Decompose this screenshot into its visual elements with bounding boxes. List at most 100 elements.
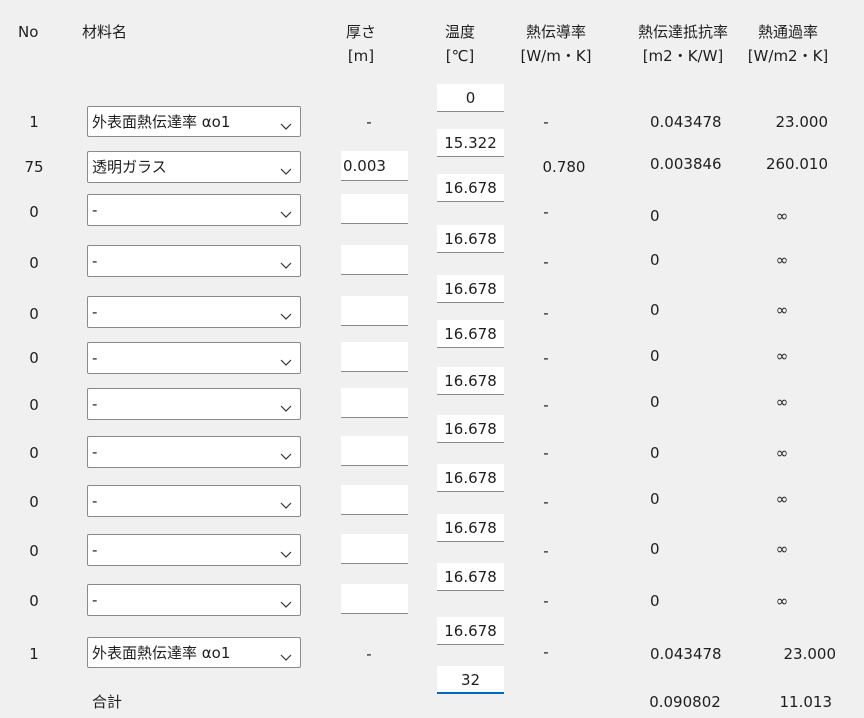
thickness-input[interactable]	[341, 245, 408, 275]
header-thickness-label: 厚さ	[345, 23, 376, 41]
material-dropdown[interactable]: 外表面熱伝達率 αo1	[87, 637, 301, 668]
material-dropdown[interactable]: -	[87, 194, 301, 226]
material-dropdown[interactable]: -	[87, 534, 301, 566]
material-dropdown[interactable]: -	[87, 485, 301, 517]
chevron-down-icon[interactable]	[280, 307, 292, 320]
header-conductivity-unit: [W/m・K]	[520, 47, 592, 65]
header-material: 材料名	[82, 20, 127, 44]
thickness-input[interactable]	[341, 296, 408, 326]
thickness-input[interactable]	[341, 436, 408, 466]
material-dropdown-value: -	[92, 395, 98, 413]
resistance-value: 0	[650, 592, 660, 610]
row-no: 1	[29, 645, 39, 663]
material-dropdown[interactable]: 透明ガラス	[87, 151, 301, 183]
conductivity-value: 0.780	[542, 158, 586, 176]
transmittance-value: ∞	[775, 592, 789, 610]
header-resistance-unit: [m2・K/W]	[642, 47, 724, 65]
row-no: 0	[29, 592, 39, 610]
material-dropdown-value: -	[92, 541, 98, 559]
material-dropdown[interactable]: -	[87, 436, 301, 468]
material-dropdown-value: -	[92, 303, 98, 321]
thickness-value: -	[366, 645, 372, 663]
header-temperature: 温度 [℃]	[430, 20, 490, 68]
temperature-input[interactable]: 16.678	[437, 174, 504, 202]
resistance-value: 0	[650, 347, 660, 365]
temperature-input[interactable]: 16.678	[437, 320, 504, 348]
temperature-input[interactable]: 16.678	[437, 275, 504, 303]
transmittance-value: 260.010	[765, 155, 828, 173]
conductivity-value: -	[543, 444, 549, 462]
header-temperature-label: 温度	[444, 23, 475, 41]
thickness-input[interactable]	[341, 485, 408, 515]
chevron-down-icon[interactable]	[280, 496, 292, 509]
material-dropdown[interactable]: 外表面熱伝達率 αo1	[87, 106, 301, 137]
material-dropdown-value: -	[92, 349, 98, 367]
temperature-input[interactable]: 16.678	[437, 225, 504, 253]
chevron-down-icon[interactable]	[280, 595, 292, 608]
chevron-down-icon[interactable]	[280, 256, 292, 269]
header-no-label: No	[18, 23, 39, 41]
header-resistance-label: 熱伝達抵抗率	[637, 23, 728, 41]
transmittance-value: ∞	[775, 301, 789, 319]
resistance-value: 0	[650, 490, 660, 508]
transmittance-value: ∞	[775, 393, 789, 411]
material-dropdown-value: -	[92, 443, 98, 461]
material-dropdown[interactable]: -	[87, 296, 301, 328]
thickness-input[interactable]	[341, 584, 408, 614]
header-conductivity: 熱伝導率 [W/m・K]	[516, 20, 596, 68]
conductivity-value: -	[543, 493, 549, 511]
material-dropdown-value: -	[92, 591, 98, 609]
material-dropdown-value: -	[92, 252, 98, 270]
resistance-value: 0	[650, 444, 660, 462]
transmittance-value: ∞	[775, 207, 789, 225]
conductivity-value: -	[543, 542, 549, 560]
total-transmittance: 11.013	[779, 693, 833, 711]
header-material-label: 材料名	[82, 23, 128, 41]
chevron-down-icon[interactable]	[280, 117, 292, 130]
conductivity-value: -	[543, 203, 549, 221]
transmittance-value: ∞	[775, 251, 789, 269]
header-transmittance: 熱通過率 [W/m2・K]	[744, 20, 832, 68]
header-conductivity-label: 熱伝導率	[525, 23, 586, 41]
thickness-input[interactable]	[341, 388, 408, 418]
material-dropdown[interactable]: -	[87, 584, 301, 616]
header-no: No	[18, 20, 38, 44]
material-dropdown-value: -	[92, 201, 98, 219]
temperature-input[interactable]: 16.678	[437, 617, 504, 645]
row-no: 1	[29, 113, 39, 131]
temperature-input[interactable]: 16.678	[437, 514, 504, 542]
conductivity-value: -	[543, 253, 549, 271]
chevron-down-icon[interactable]	[280, 545, 292, 558]
temperature-input[interactable]: 16.678	[437, 563, 504, 591]
temperature-input[interactable]: 0	[437, 84, 504, 112]
temperature-input[interactable]: 32	[437, 666, 504, 694]
thickness-value: -	[366, 113, 372, 131]
chevron-down-icon[interactable]	[280, 353, 292, 366]
chevron-down-icon[interactable]	[280, 447, 292, 460]
material-dropdown[interactable]: -	[87, 245, 301, 277]
resistance-value: 0.043478	[650, 645, 722, 663]
conductivity-value: -	[543, 592, 549, 610]
temperature-input[interactable]: 16.678	[437, 367, 504, 395]
material-dropdown[interactable]: -	[87, 388, 301, 420]
chevron-down-icon[interactable]	[280, 205, 292, 218]
thickness-input[interactable]	[341, 194, 408, 224]
resistance-value: 0.043478	[650, 113, 722, 131]
temperature-input[interactable]: 16.678	[437, 415, 504, 443]
temperature-input[interactable]: 16.678	[437, 464, 504, 492]
thickness-input[interactable]	[341, 342, 408, 372]
resistance-value: 0	[650, 301, 660, 319]
material-dropdown[interactable]: -	[87, 342, 301, 374]
total-resistance: 0.090802	[649, 693, 721, 711]
chevron-down-icon[interactable]	[280, 648, 292, 661]
header-transmittance-unit: [W/m2・K]	[747, 47, 829, 65]
thickness-input[interactable]: 0.003	[341, 151, 408, 181]
resistance-value: 0.003846	[650, 155, 722, 173]
conductivity-value: -	[543, 113, 549, 131]
material-dropdown-value: -	[92, 492, 98, 510]
chevron-down-icon[interactable]	[280, 399, 292, 412]
temperature-input[interactable]: 15.322	[437, 129, 504, 157]
resistance-value: 0	[650, 207, 660, 225]
chevron-down-icon[interactable]	[280, 162, 292, 175]
thickness-input[interactable]	[341, 534, 408, 564]
